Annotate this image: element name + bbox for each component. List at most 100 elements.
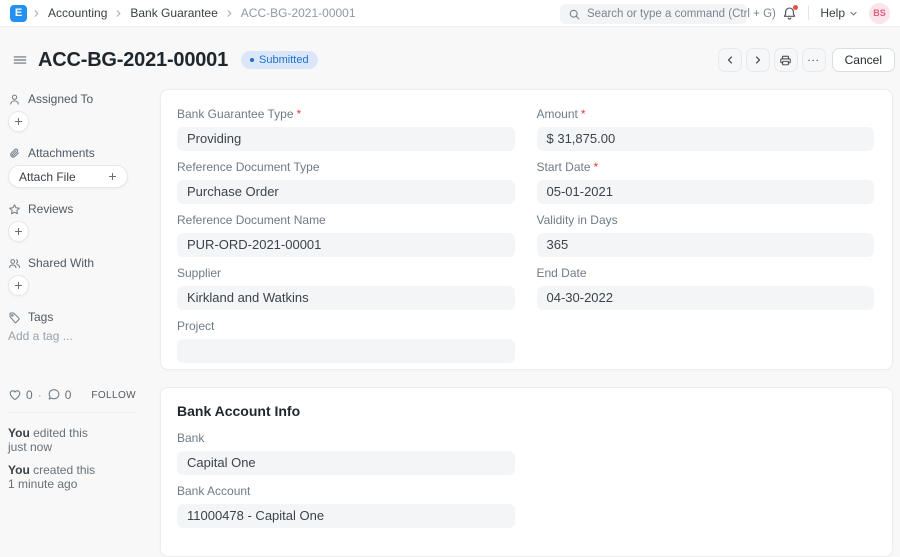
field-reference-document-name: Reference Document Name PUR-ORD-2021-000… (177, 213, 515, 257)
notifications-bell-icon[interactable] (782, 6, 797, 21)
cancel-button[interactable]: Cancel (832, 48, 895, 72)
field-project: Project (177, 319, 515, 363)
follow-button[interactable]: FOLLOW (91, 390, 136, 401)
form-sidebar: Assigned To Attachments Attach File Revi… (8, 92, 136, 501)
more-options-button[interactable]: ... (802, 48, 826, 72)
sidebar-toggle-icon[interactable] (12, 53, 28, 67)
field-label: Start Date* (537, 160, 875, 174)
add-tag-input[interactable]: Add a tag ... (8, 329, 136, 343)
next-document-button[interactable] (746, 48, 770, 72)
printer-icon (779, 54, 792, 67)
bank-account-input[interactable]: 11000478 - Capital One (177, 504, 515, 528)
required-asterisk: * (297, 107, 302, 121)
activity-action: created this (33, 463, 95, 477)
add-assignment-button[interactable] (8, 111, 29, 132)
star-icon (8, 203, 21, 216)
like-count: 0 (26, 388, 33, 402)
plus-icon (13, 226, 24, 237)
section-title: Bank Account Info (177, 403, 874, 419)
reviews-label: Reviews (28, 202, 73, 216)
project-input[interactable] (177, 339, 515, 363)
search-icon (568, 8, 581, 21)
chevron-left-icon (724, 54, 736, 66)
plus-icon (107, 171, 118, 182)
navbar: E Accounting Bank Guarantee ACC-BG-2021-… (0, 0, 900, 27)
field-bank-account: Bank Account 11000478 - Capital One (177, 484, 515, 528)
attach-file-label: Attach File (19, 170, 76, 184)
heart-icon[interactable] (8, 388, 22, 402)
field-amount: Amount* $ 31,875.00 (537, 107, 875, 151)
form-section-bank-account-info: Bank Account Info Bank Capital One Bank … (160, 387, 893, 557)
validity-in-days-input[interactable]: 365 (537, 233, 875, 257)
field-label: End Date (537, 266, 875, 280)
users-icon (8, 257, 21, 270)
chevron-down-icon (849, 9, 858, 18)
activity-time: just now (8, 440, 52, 454)
add-share-button[interactable] (8, 275, 29, 296)
bank-guarantee-type-input[interactable]: Providing (177, 127, 515, 151)
activity-entry: You edited this just now (8, 427, 136, 454)
reference-document-name-input[interactable]: PUR-ORD-2021-00001 (177, 233, 515, 257)
print-button[interactable] (774, 48, 798, 72)
field-validity-in-days: Validity in Days 365 (537, 213, 875, 257)
field-start-date: Start Date* 05-01-2021 (537, 160, 875, 204)
chevron-right-icon (752, 54, 764, 66)
notification-dot (793, 5, 798, 10)
page-head: ACC-BG-2021-00001 Submitted ... Cancel (0, 45, 900, 75)
chevron-right-icon (113, 8, 124, 19)
person-icon (8, 93, 21, 106)
likes-row: 0 · 0 FOLLOW (8, 388, 136, 402)
previous-document-button[interactable] (718, 48, 742, 72)
page-title: ACC-BG-2021-00001 (38, 50, 228, 70)
help-menu[interactable]: Help (820, 6, 858, 20)
attach-file-button[interactable]: Attach File (8, 165, 128, 188)
reference-document-type-input[interactable]: Purchase Order (177, 180, 515, 204)
field-label: Reference Document Name (177, 213, 515, 227)
activity-user: You (8, 426, 30, 440)
status-label: Submitted (259, 54, 309, 66)
status-dot (250, 58, 254, 62)
field-label: Supplier (177, 266, 515, 280)
required-asterisk: * (581, 107, 586, 121)
breadcrumb-current: ACC-BG-2021-00001 (241, 6, 356, 20)
breadcrumb: Accounting Bank Guarantee ACC-BG-2021-00… (31, 6, 356, 20)
breadcrumb-accounting[interactable]: Accounting (48, 6, 107, 20)
field-label: Validity in Days (537, 213, 875, 227)
shared-with-label: Shared With (28, 256, 94, 270)
bank-input[interactable]: Capital One (177, 451, 515, 475)
field-bank: Bank Capital One (177, 431, 515, 475)
help-label: Help (820, 6, 845, 20)
global-search-input[interactable]: Search or type a command (Ctrl + G) (560, 4, 747, 24)
field-label: Bank (177, 431, 515, 445)
chevron-right-icon (224, 8, 235, 19)
attachments-label: Attachments (28, 146, 95, 160)
search-placeholder: Search or type a command (Ctrl + G) (587, 8, 776, 20)
tags-label: Tags (28, 310, 53, 324)
start-date-input[interactable]: 05-01-2021 (537, 180, 875, 204)
supplier-input[interactable]: Kirkland and Watkins (177, 286, 515, 310)
divider (808, 6, 809, 20)
end-date-input[interactable]: 04-30-2022 (537, 286, 875, 310)
amount-input[interactable]: $ 31,875.00 (537, 127, 875, 151)
divider (8, 412, 136, 413)
required-asterisk: * (594, 160, 599, 174)
status-badge: Submitted (241, 51, 318, 69)
field-label: Project (177, 319, 515, 333)
field-reference-document-type: Reference Document Type Purchase Order (177, 160, 515, 204)
breadcrumb-bank-guarantee[interactable]: Bank Guarantee (130, 6, 217, 20)
field-label: Reference Document Type (177, 160, 515, 174)
activity-action: edited this (33, 426, 88, 440)
field-label: Amount* (537, 107, 875, 121)
tag-icon (8, 311, 21, 324)
field-supplier: Supplier Kirkland and Watkins (177, 266, 515, 310)
field-end-date: End Date 04-30-2022 (537, 266, 875, 310)
count-separator: · (38, 388, 42, 402)
add-review-button[interactable] (8, 221, 29, 242)
comment-icon[interactable] (47, 388, 61, 402)
paperclip-icon (8, 147, 21, 160)
field-label: Bank Guarantee Type* (177, 107, 515, 121)
field-bank-guarantee-type: Bank Guarantee Type* Providing (177, 107, 515, 151)
user-avatar[interactable]: BS (869, 3, 890, 24)
activity-entry: You created this 1 minute ago (8, 464, 136, 491)
app-logo[interactable]: E (10, 5, 27, 22)
